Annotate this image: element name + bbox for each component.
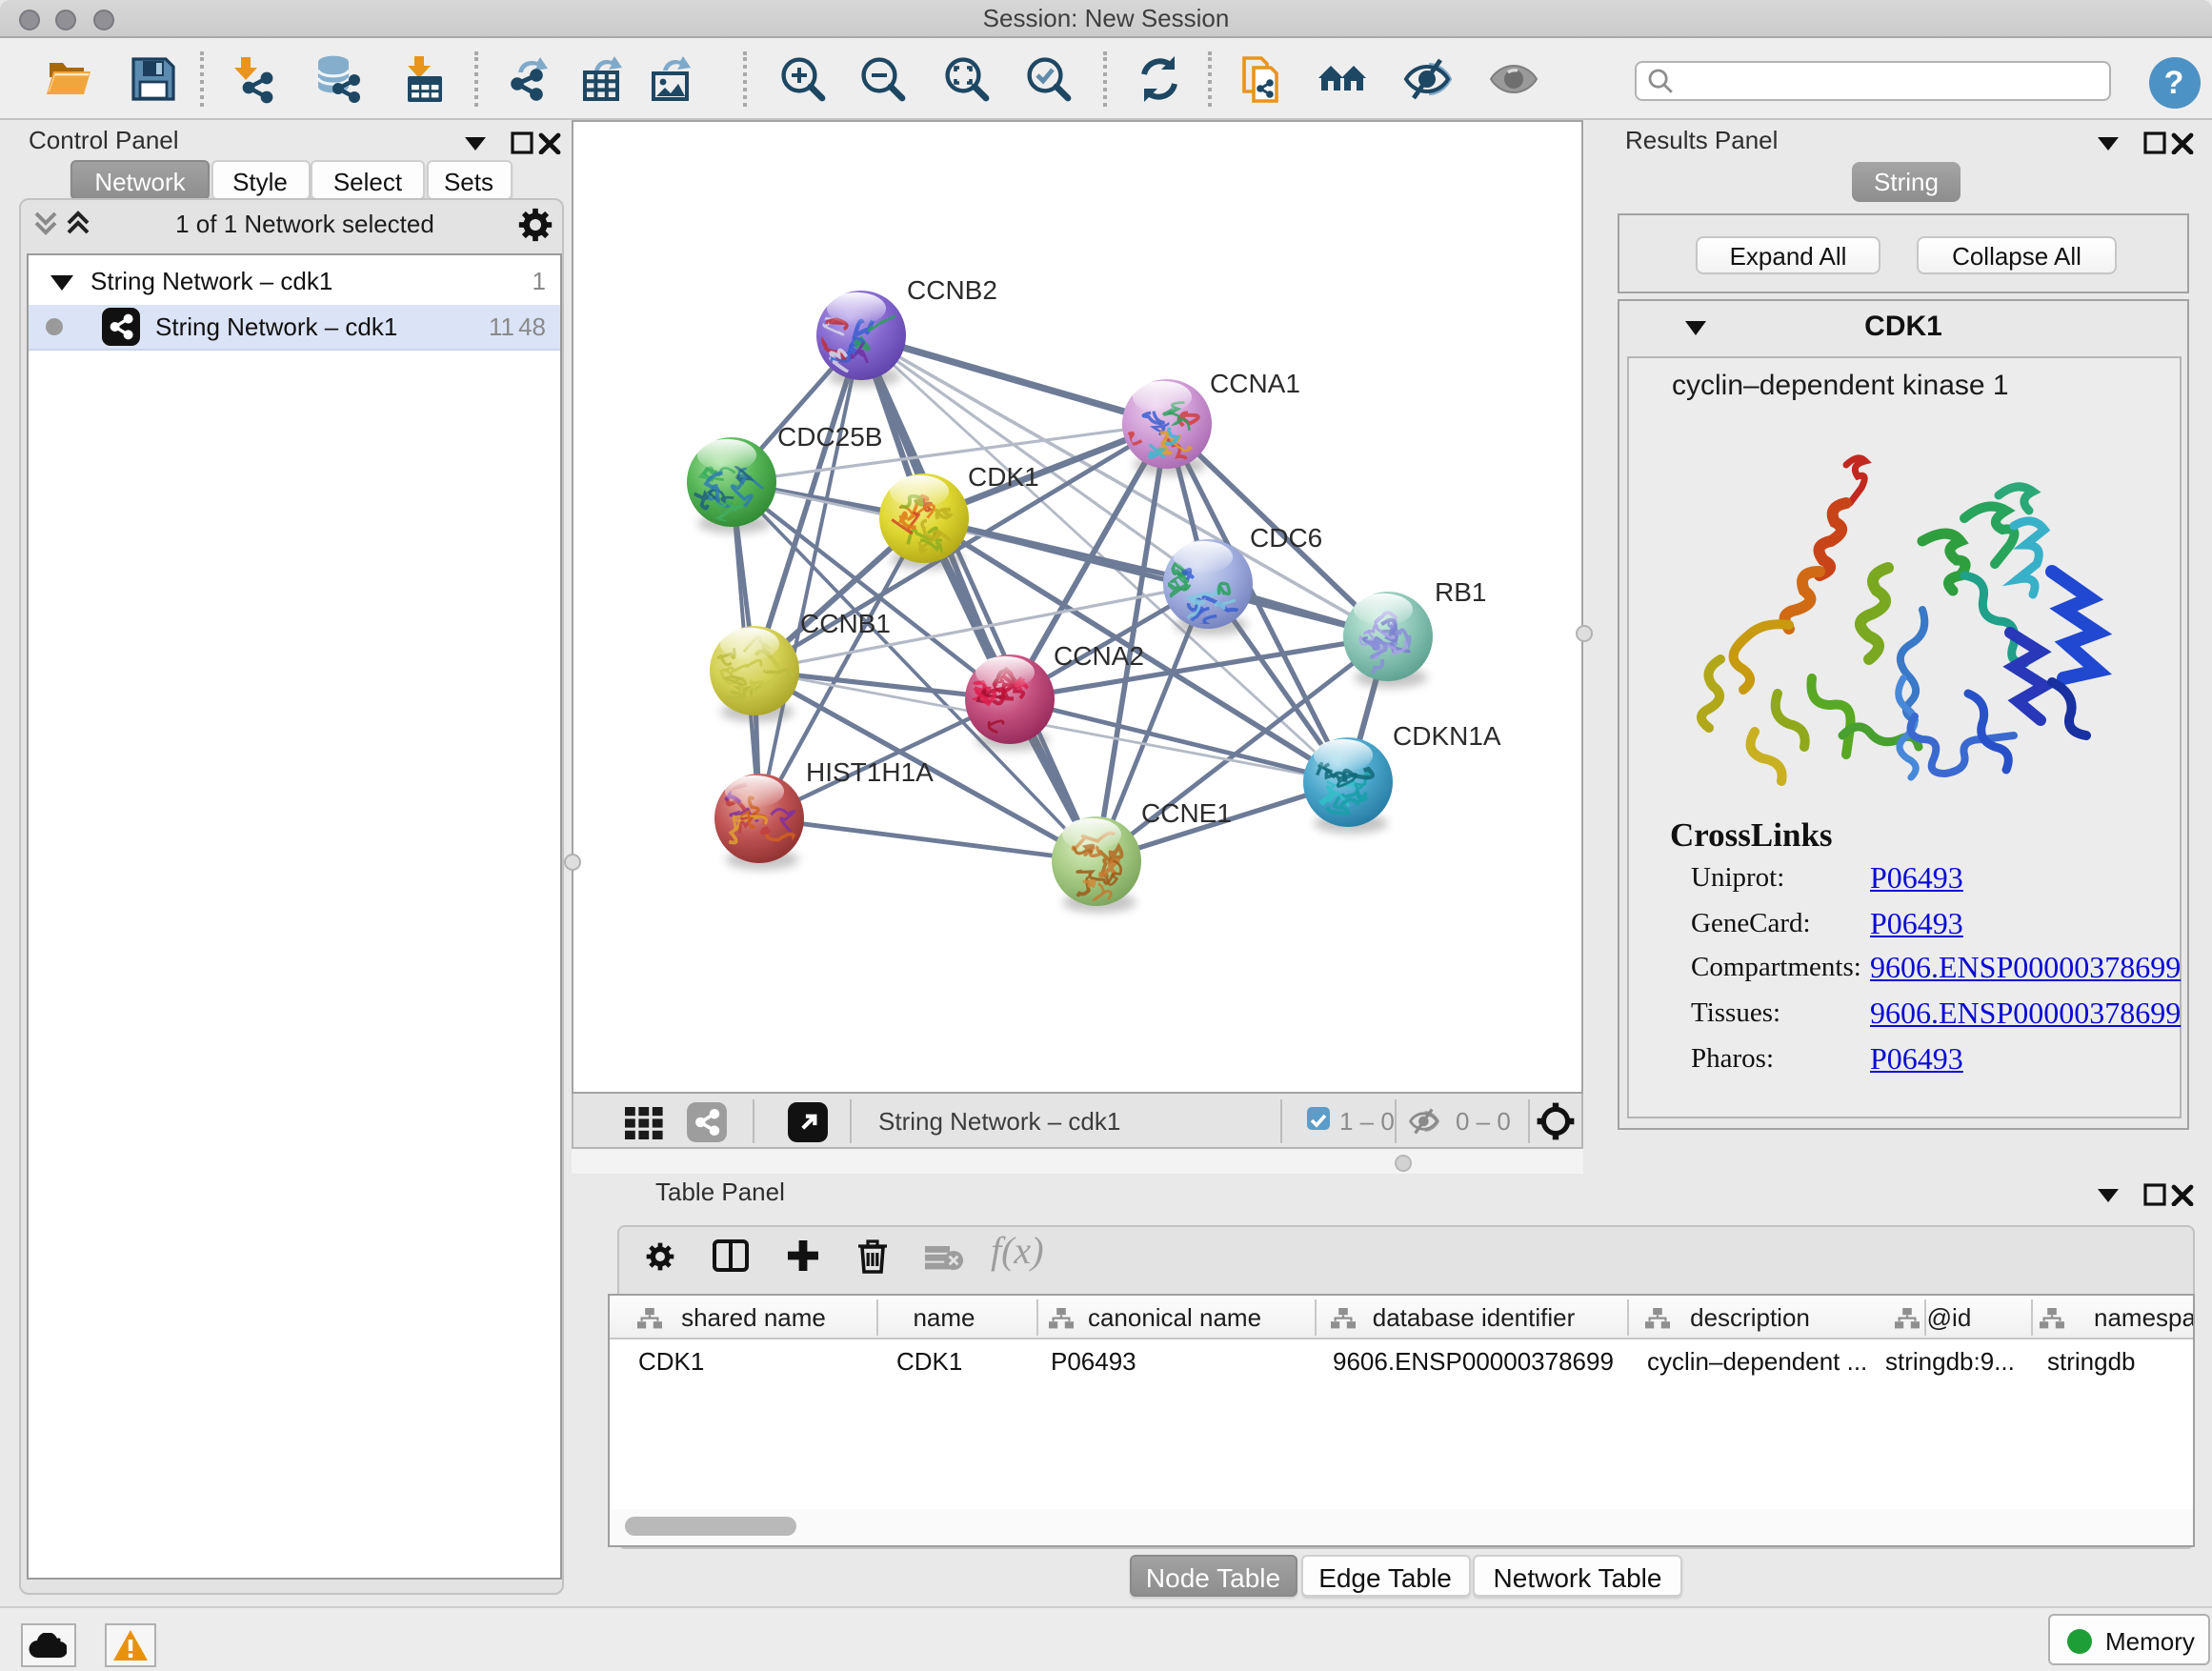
svg-text:CDKN1A: CDKN1A	[1393, 721, 1501, 751]
svg-text:CDC25B: CDC25B	[777, 422, 882, 452]
svg-text:HIST1H1A: HIST1H1A	[806, 757, 934, 787]
svg-text:RB1: RB1	[1435, 577, 1486, 607]
svg-text:CCNE1: CCNE1	[1141, 798, 1232, 828]
svg-text:CDK1: CDK1	[968, 462, 1039, 492]
svg-text:CCNB1: CCNB1	[800, 609, 891, 638]
svg-text:CCNA2: CCNA2	[1054, 641, 1144, 671]
svg-text:CDC6: CDC6	[1250, 523, 1322, 553]
svg-text:CCNA1: CCNA1	[1210, 369, 1300, 398]
svg-text:CCNB2: CCNB2	[907, 275, 997, 305]
